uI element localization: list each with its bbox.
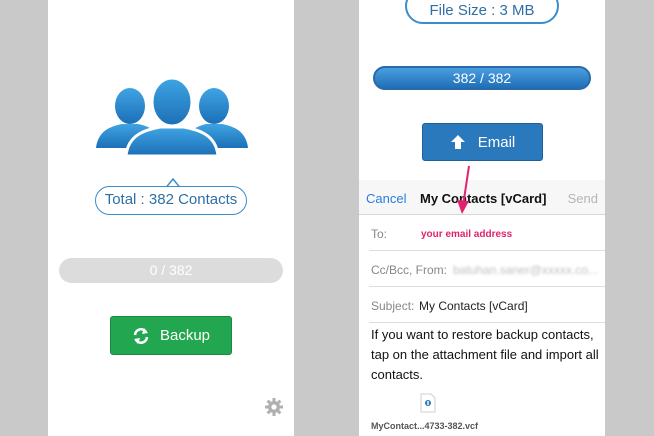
total-contacts-badge: Total : 382 Contacts: [95, 186, 247, 215]
refresh-icon: [133, 327, 149, 344]
backup-button-label: Backup: [159, 327, 211, 344]
gear-icon[interactable]: [265, 398, 283, 416]
contacts-group-icon: [96, 76, 248, 158]
annotation-arrow: [457, 165, 470, 214]
email-screen: File Size : 3 MB 382 / 382 Email Cancel …: [359, 0, 605, 436]
backup-button[interactable]: Backup: [110, 316, 232, 355]
backup-progress-bar: 0 / 382: [59, 258, 283, 283]
backup-screen: Total : 382 Contacts 0 / 382 Backup: [48, 0, 294, 436]
